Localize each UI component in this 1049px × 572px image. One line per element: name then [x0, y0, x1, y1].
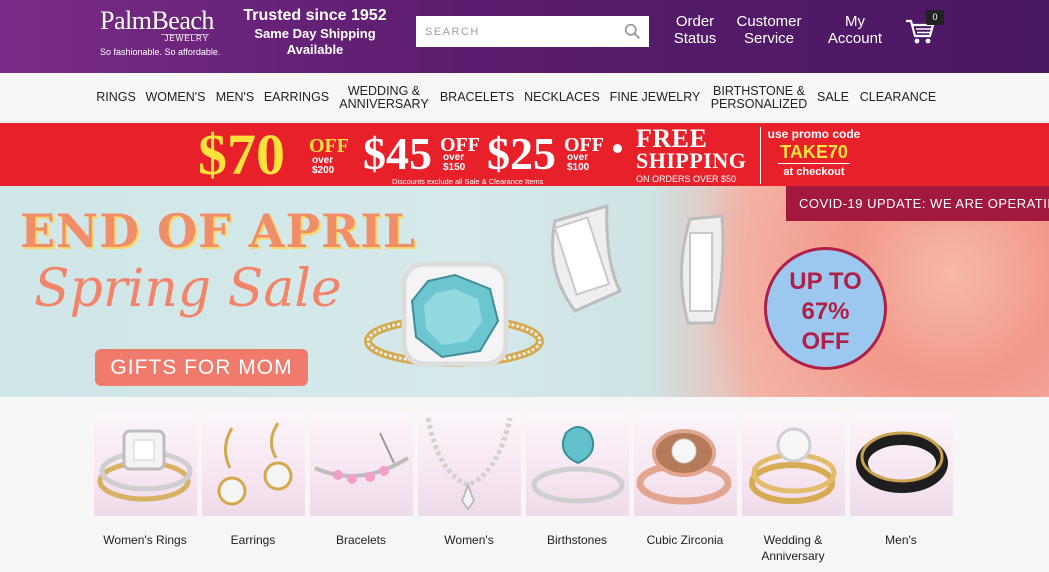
hero-banner[interactable]: END OF APRIL Spring Sale GIFTS FOR MOM C… — [0, 186, 1049, 397]
hero-subtitle: Spring Sale — [34, 259, 342, 319]
category-tile-womens-rings[interactable] — [94, 413, 197, 516]
offer-over: over $100 — [567, 152, 590, 173]
offer-off: OFF — [309, 135, 349, 157]
trust-sub: Same Day Shipping Available — [254, 26, 376, 57]
earring-image — [551, 203, 623, 313]
search-input[interactable] — [416, 16, 616, 47]
category-tile-bracelets[interactable] — [310, 413, 413, 516]
nav-womens[interactable]: WOMEN'S — [143, 73, 208, 122]
offer-amount: $45 — [363, 128, 432, 179]
cubic-zirconia-image — [636, 429, 732, 505]
gifts-for-mom-button[interactable]: GIFTS FOR MOM — [95, 349, 308, 386]
category-label-womens-rings[interactable]: Women's Rings — [90, 532, 200, 548]
category-label-mens[interactable]: Men's — [846, 532, 956, 548]
nav-mens[interactable]: MEN'S — [213, 73, 257, 122]
nav-clearance[interactable]: CLEARANCE — [858, 73, 938, 122]
category-tile-wedding[interactable] — [742, 413, 845, 516]
logo-tagline: So fashionable. So affordable. — [100, 47, 221, 57]
earrings-image — [217, 422, 293, 506]
cart-count-badge: 0 — [926, 10, 944, 25]
offer-amount: $25 — [487, 128, 556, 179]
category-tile-mens[interactable] — [850, 413, 953, 516]
promo-code-block: use promo code TAKE70 at checkout — [764, 127, 864, 178]
nav-earrings[interactable]: EARRINGS — [263, 73, 330, 122]
search-icon[interactable] — [624, 23, 641, 40]
badge-line3: OFF — [801, 328, 850, 355]
nav-sale[interactable]: SALE — [815, 73, 851, 122]
category-tile-birthstones[interactable] — [526, 413, 629, 516]
nav-bracelets[interactable]: BRACELETS — [439, 73, 515, 122]
trust-block: Trusted since 1952 Same Day Shipping Ava… — [243, 6, 387, 58]
free-shipping-sub: ON ORDERS OVER $50 — [636, 174, 737, 184]
search-box — [416, 16, 649, 47]
womens-rings-image — [97, 429, 193, 502]
bullet-separator — [613, 144, 622, 153]
order-status-link[interactable]: Order Status — [668, 13, 722, 47]
free-shipping-title: FREE SHIPPING — [636, 124, 747, 173]
category-label-bracelets[interactable]: Bracelets — [306, 532, 416, 548]
nav-fine-jewelry[interactable]: FINE JEWELRY — [609, 73, 701, 122]
birthstones-image — [531, 426, 625, 504]
category-label-wedding[interactable]: Wedding & Anniversary — [748, 532, 838, 564]
discount-note: Discounts exclude all Sale & Clearance I… — [392, 177, 544, 186]
nav-wedding-anniversary[interactable]: WEDDING & ANNIVERSARY — [337, 73, 431, 122]
category-label-womens[interactable]: Women's — [414, 532, 524, 548]
offer-over: over $150 — [443, 152, 466, 173]
promo-code-checkout: at checkout — [783, 166, 845, 178]
category-label-birthstones[interactable]: Birthstones — [522, 532, 632, 548]
bracelets-image — [314, 432, 410, 484]
category-tile-cubic-zirconia[interactable] — [634, 413, 737, 516]
nav-rings[interactable]: RINGS — [94, 73, 138, 122]
main-nav: RINGS WOMEN'S MEN'S EARRINGS WEDDING & A… — [0, 73, 1049, 122]
promo-banner[interactable]: $70 OFF over $200 $45 OFF over $150 $25 … — [0, 123, 1049, 186]
covid-update-bar[interactable]: COVID-19 UPDATE: WE ARE OPERATING — [786, 186, 1049, 221]
trust-title: Trusted since 1952 — [243, 7, 387, 24]
category-tile-womens[interactable] — [418, 413, 521, 516]
mens-ring-image — [856, 431, 948, 493]
site-header: PalmBeach JEWELRY So fashionable. So aff… — [0, 0, 1049, 73]
site-logo[interactable]: PalmBeach JEWELRY So fashionable. So aff… — [100, 6, 235, 58]
wedding-ring-image — [749, 427, 837, 504]
promo-code-label: use promo code — [767, 127, 861, 141]
category-label-earrings[interactable]: Earrings — [198, 532, 308, 548]
earring-image — [679, 214, 725, 325]
promo-divider — [760, 127, 761, 184]
logo-name: PalmBeach — [100, 6, 214, 35]
free-line2: SHIPPING — [636, 148, 747, 173]
offer-amount: $70 — [198, 122, 285, 187]
hero-title: END OF APRIL — [20, 204, 417, 258]
logo-sub: JEWELRY — [161, 34, 209, 43]
category-tile-earrings[interactable] — [202, 413, 305, 516]
free-line1: FREE — [636, 124, 708, 153]
badge-line2: 67% — [801, 298, 850, 325]
ring-image — [364, 261, 544, 367]
promo-code: TAKE70 — [778, 142, 850, 164]
offer-over: over $200 — [312, 155, 335, 176]
nav-birthstone-personalized[interactable]: BIRTHSTONE & PERSONALIZED — [709, 73, 809, 122]
my-account-link[interactable]: My Account — [822, 13, 888, 47]
womens-necklace-image — [425, 417, 513, 511]
badge-line1: UP TO — [789, 268, 862, 295]
category-label-cubic-zirconia[interactable]: Cubic Zirconia — [630, 532, 740, 548]
customer-service-link[interactable]: Customer Service — [731, 13, 807, 47]
discount-badge: UP TO 67% OFF — [764, 247, 887, 370]
nav-necklaces[interactable]: NECKLACES — [523, 73, 601, 122]
